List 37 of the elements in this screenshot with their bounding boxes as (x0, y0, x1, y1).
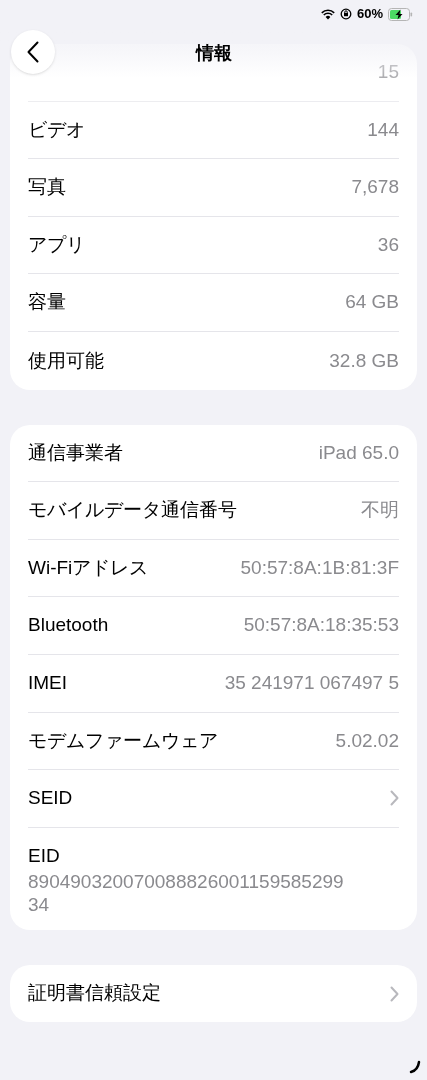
battery-percentage: 60% (356, 5, 383, 24)
row-value: 50:57:8A:1B:81:3F (240, 555, 399, 580)
row-value: 35 241971 067497 5 (224, 671, 399, 695)
battery-icon (388, 7, 413, 21)
row-label: 通信事業者 (28, 440, 123, 465)
row-label: Bluetooth (28, 613, 109, 638)
corner-arc-icon (409, 1060, 421, 1074)
row-value: 64 GB (345, 290, 399, 315)
row-value: 144 (367, 117, 399, 142)
back-chevron-icon (27, 41, 39, 63)
row-value: 15 (377, 60, 399, 85)
row-value: 890490320070088826001159585299 34 (28, 869, 345, 916)
row-value: 7,678 (351, 175, 399, 200)
row-label: モデムファームウェア (28, 728, 218, 753)
row-value: 50:57:8A:18:35:53 (243, 613, 399, 638)
row-label: ビデオ (28, 117, 85, 142)
row-value: 36 (377, 232, 399, 257)
row-label: 証明書信頼設定 (28, 981, 161, 1006)
row-label: SEID (28, 786, 73, 811)
row-value: iPad 65.0 (318, 440, 399, 465)
row-value: 32.8 GB (329, 348, 399, 373)
chevron-icon[interactable] (390, 985, 399, 1002)
chevron-icon[interactable] (390, 790, 399, 807)
row-label: 容量 (28, 290, 66, 315)
row-label: 写真 (28, 175, 66, 200)
row-label: 使用可能 (28, 348, 104, 373)
wifi-icon (320, 8, 335, 20)
row-label: アプリ (28, 232, 85, 257)
row-label: モバイルデータ通信番号 (28, 498, 237, 523)
row-label: EID (28, 843, 61, 868)
row-label: IMEI (28, 671, 68, 695)
lock-rotation-icon (339, 8, 352, 20)
row-value: 5.02.02 (335, 728, 399, 753)
nav-title: 情報 (195, 41, 232, 65)
row-label: Wi-Fiアドレス (28, 555, 149, 580)
row-value: 不明 (361, 498, 399, 523)
back-button[interactable] (11, 30, 55, 74)
